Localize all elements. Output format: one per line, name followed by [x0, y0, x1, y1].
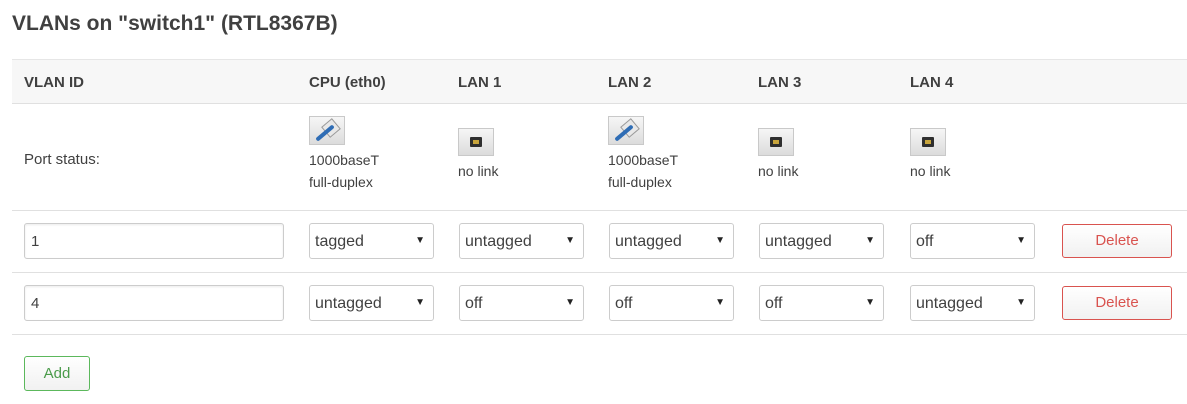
dropdown-arrow-icon: ▼: [415, 235, 425, 246]
port-nolink-icon: [910, 128, 946, 156]
header-vlan-id: VLAN ID: [24, 74, 84, 91]
vlan-port-select-cpu[interactable]: untagged ▼: [309, 285, 434, 321]
vlan-port-select-lan1[interactable]: untagged ▼: [459, 223, 584, 259]
vlan-id-input[interactable]: [24, 223, 284, 259]
port-status-lan1: no link: [458, 116, 498, 182]
port-duplex: full-duplex: [608, 174, 672, 190]
page-title: VLANs on "switch1" (RTL8367B): [12, 12, 338, 35]
port-link-text: no link: [910, 163, 951, 179]
vlan-port-select-lan4[interactable]: untagged ▼: [910, 285, 1035, 321]
header-lan1: LAN 1: [458, 74, 502, 91]
dropdown-arrow-icon: ▼: [1016, 297, 1026, 308]
port-status-lan2: 1000baseT full-duplex: [608, 116, 678, 193]
select-value: untagged: [615, 233, 682, 250]
dropdown-arrow-icon: ▼: [865, 297, 875, 308]
delete-button[interactable]: Delete: [1062, 286, 1172, 320]
port-status-lan3: no link: [758, 116, 798, 182]
select-value: untagged: [765, 233, 832, 250]
delete-button[interactable]: Delete: [1062, 224, 1172, 258]
port-linked-icon: [608, 116, 644, 145]
header-cpu: CPU (eth0): [309, 74, 386, 91]
vlan-port-select-cpu[interactable]: tagged ▼: [309, 223, 434, 259]
vlan-port-select-lan2[interactable]: off ▼: [609, 285, 734, 321]
port-linked-icon: [309, 116, 345, 145]
port-speed: 1000baseT: [309, 152, 380, 168]
vlan-id-input[interactable]: [24, 285, 284, 321]
select-value: tagged: [315, 233, 364, 250]
dropdown-arrow-icon: ▼: [865, 235, 875, 246]
port-link-text: no link: [458, 163, 499, 179]
vlan-port-select-lan4[interactable]: off ▼: [910, 223, 1035, 259]
port-status-row: Port status: 1000baseT full-duplex no li…: [12, 104, 1187, 211]
vlan-port-select-lan1[interactable]: off ▼: [459, 285, 584, 321]
dropdown-arrow-icon: ▼: [415, 297, 425, 308]
port-link-text: no link: [758, 163, 799, 179]
dropdown-arrow-icon: ▼: [565, 235, 575, 246]
select-value: untagged: [465, 233, 532, 250]
vlan-port-select-lan2[interactable]: untagged ▼: [609, 223, 734, 259]
select-value: off: [615, 295, 633, 312]
port-nolink-icon: [458, 128, 494, 156]
table-header: VLAN ID CPU (eth0) LAN 1 LAN 2 LAN 3 LAN…: [12, 59, 1187, 104]
header-lan3: LAN 3: [758, 74, 802, 91]
dropdown-arrow-icon: ▼: [715, 235, 725, 246]
vlan-port-select-lan3[interactable]: untagged ▼: [759, 223, 884, 259]
vlan-port-select-lan3[interactable]: off ▼: [759, 285, 884, 321]
port-status-cpu: 1000baseT full-duplex: [309, 116, 379, 193]
vlan-row: tagged ▼ untagged ▼ untagged ▼ untagged …: [12, 211, 1187, 273]
dropdown-arrow-icon: ▼: [565, 297, 575, 308]
select-value: off: [765, 295, 783, 312]
select-value: untagged: [916, 295, 983, 312]
add-vlan-button[interactable]: Add: [24, 356, 90, 391]
header-lan2: LAN 2: [608, 74, 652, 91]
port-speed: 1000baseT: [608, 152, 679, 168]
port-status-lan4: no link: [910, 116, 950, 182]
port-duplex: full-duplex: [309, 174, 373, 190]
dropdown-arrow-icon: ▼: [715, 297, 725, 308]
select-value: off: [916, 233, 934, 250]
select-value: untagged: [315, 295, 382, 312]
vlan-row: untagged ▼ off ▼ off ▼ off ▼ untagged ▼ …: [12, 273, 1187, 335]
port-nolink-icon: [758, 128, 794, 156]
header-lan4: LAN 4: [910, 74, 954, 91]
dropdown-arrow-icon: ▼: [1016, 235, 1026, 246]
select-value: off: [465, 295, 483, 312]
port-status-label: Port status:: [24, 151, 100, 168]
